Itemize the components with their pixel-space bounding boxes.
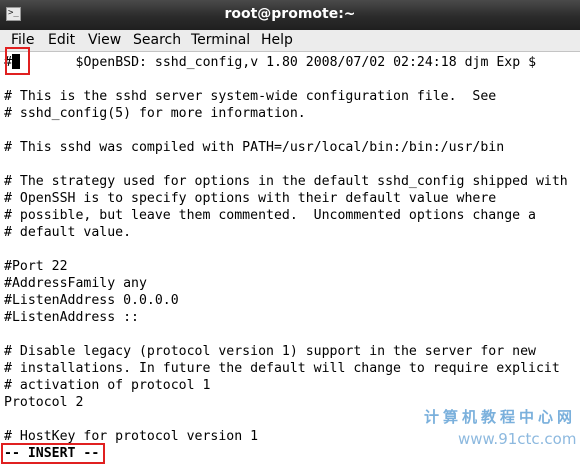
- editor-line: # sshd_config(5) for more information.: [4, 106, 306, 121]
- editor-line: # installations. In future the default w…: [4, 361, 560, 376]
- editor-line: # The strategy used for options in the d…: [4, 174, 568, 189]
- editor-line: Protocol 2: [4, 395, 84, 410]
- editor-line: #AddressFamily any: [4, 276, 147, 291]
- menu-view[interactable]: View: [88, 32, 121, 48]
- watermark-url: www.91ctc.com: [458, 430, 577, 448]
- editor-line: # OpenSSH is to specify options with the…: [4, 191, 497, 206]
- terminal-area[interactable]: # $OpenBSD: sshd_config,v 1.80 2008/07/0…: [0, 52, 580, 464]
- first-line-text: $OpenBSD: sshd_config,v 1.80 2008/07/02 …: [19, 55, 537, 70]
- editor-line: #ListenAddress ::: [4, 310, 139, 325]
- menu-file[interactable]: File: [11, 32, 34, 48]
- insert-highlight-box: [1, 443, 105, 464]
- watermark-text: 计算机教程中心网: [424, 408, 577, 426]
- menu-terminal[interactable]: Terminal: [191, 32, 250, 48]
- editor-line: # Disable legacy (protocol version 1) su…: [4, 344, 536, 359]
- menu-search[interactable]: Search: [133, 32, 181, 48]
- cursor-highlight-box: [5, 47, 30, 75]
- editor-line: #ListenAddress 0.0.0.0: [4, 293, 179, 308]
- editor-line: #Port 22: [4, 259, 68, 274]
- window-title: root@promote:~: [224, 6, 356, 22]
- menu-bar: File Edit View Search Terminal Help: [0, 30, 580, 52]
- menu-edit[interactable]: Edit: [48, 32, 75, 48]
- editor-line: # This is the sshd server system-wide co…: [4, 89, 497, 104]
- editor-line: # default value.: [4, 225, 132, 240]
- title-bar: >_ root@promote:~: [0, 0, 580, 31]
- editor-line: # $OpenBSD: sshd_config,v 1.80 2008/07/0…: [4, 54, 536, 71]
- editor-line: # This sshd was compiled with PATH=/usr/…: [4, 140, 505, 155]
- menu-help[interactable]: Help: [261, 32, 293, 48]
- editor-line: # possible, but leave them commented. Un…: [4, 208, 536, 223]
- editor-line: # activation of protocol 1: [4, 378, 211, 393]
